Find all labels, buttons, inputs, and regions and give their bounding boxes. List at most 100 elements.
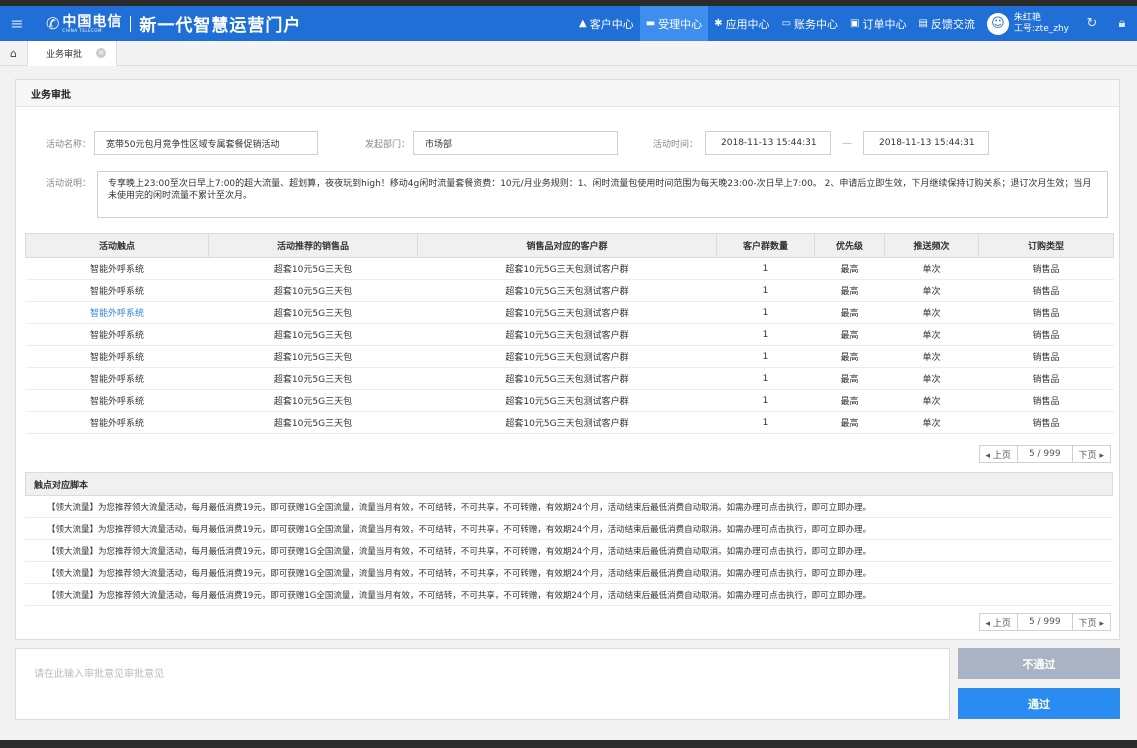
script-line: 【领大流量】为您推荐领大流量活动，每月最低消费19元，即可获赠1G全国流量，流量…	[25, 518, 1113, 540]
user-name: 朱红艳	[1013, 12, 1041, 23]
table-cell-priority: 最高	[814, 411, 885, 434]
table-cell-touch[interactable]: 智能外呼系统	[25, 301, 209, 324]
table-cell-freq: 单次	[884, 345, 979, 368]
table-cell-freq: 单次	[884, 279, 979, 302]
script-line: 【领大流量】为您推荐领大流量活动，每月最低消费19元，即可获赠1G全国流量，流量…	[25, 540, 1113, 562]
menu-icon[interactable]: ≡	[0, 6, 34, 41]
script-line: 【领大流量】为您推荐领大流量活动，每月最低消费19元，即可获赠1G全国流量，流量…	[25, 496, 1113, 518]
content-area: 业务审批 活动名称： 宽带50元包月竞争性区域专属套餐促销活动 发起部门： 市场…	[0, 66, 1137, 740]
table-cell-touch: 智能外呼系统	[25, 411, 209, 434]
table-cell-count: 1	[716, 367, 815, 390]
approval-opinion-input[interactable]: 请在此输入审批意见审批意见	[15, 648, 950, 720]
script-pager: ◂ 上页 5 / 999 下页 ▸	[978, 613, 1111, 631]
approve-button[interactable]: 通过	[958, 688, 1120, 719]
table-cell-freq: 单次	[884, 389, 979, 412]
dept-field[interactable]: 市场部	[413, 131, 619, 155]
table-cell-priority: 最高	[814, 345, 885, 368]
desc-field[interactable]: 专享晚上23:00至次日早上7:00的超大流量、超划算，夜夜玩到high！移动4…	[97, 171, 1108, 218]
column-header: 优先级	[814, 233, 885, 258]
table-cell-freq: 单次	[884, 411, 979, 434]
table-cell-type: 销售品	[978, 301, 1114, 324]
panel-title: 业务审批	[16, 80, 1119, 107]
column-header: 活动触点	[25, 233, 209, 258]
touchpoint-table: 活动触点 活动推荐的销售品 销售品对应的客户群 客户群数量 优先级 推送频次 订…	[25, 233, 1114, 434]
table-cell-product: 超套10元5G三天包	[208, 279, 418, 302]
table-cell-product: 超套10元5G三天包	[208, 389, 418, 412]
table-cell-type: 销售品	[978, 411, 1114, 434]
nav-item-acceptance[interactable]: ▬ 受理中心	[639, 6, 709, 41]
table-cell-priority: 最高	[814, 323, 885, 346]
table-cell-group: 超套10元5G三天包测试客户群	[417, 367, 717, 390]
nav-item-orders[interactable]: ▣ 订单中心	[844, 6, 912, 41]
approval-panel: 业务审批 活动名称： 宽带50元包月竞争性区域专属套餐促销活动 发起部门： 市场…	[15, 79, 1120, 640]
desc-label: 活动说明：	[46, 179, 92, 189]
nav-item-feedback[interactable]: ▤ 反馈交流	[912, 6, 980, 41]
user-id: 工号:zte_zhy	[1013, 23, 1069, 34]
table-cell-product: 超套10元5G三天包	[208, 323, 418, 346]
table-cell-product: 超套10元5G三天包	[208, 301, 418, 324]
logo-cn-text: 中国电信	[62, 13, 123, 30]
table-cell-product: 超套10元5G三天包	[208, 257, 418, 280]
table-cell-type: 销售品	[978, 389, 1114, 412]
nav-item-apps[interactable]: ✱ 应用中心	[708, 6, 775, 41]
table-row[interactable]: 智能外呼系统 超套10元5G三天包 超套10元5G三天包测试客户群 1 最高 单次 销售品	[25, 389, 1114, 412]
script-line: 【领大流量】为您推荐领大流量活动，每月最低消费19元，即可获赠1G全国流量，流量…	[25, 562, 1113, 584]
dept-row: 发起部门： 市场部	[365, 131, 619, 155]
table-cell-touch: 智能外呼系统	[25, 257, 209, 280]
table-row[interactable]: 智能外呼系统 超套10元5G三天包 超套10元5G三天包测试客户群 1 最高 单次 销售品	[25, 367, 1114, 390]
next-page-button[interactable]: 下页 ▸	[1073, 446, 1110, 462]
table-cell-priority: 最高	[814, 279, 885, 302]
table-cell-count: 1	[716, 345, 815, 368]
nav-item-customer[interactable]: ▲ 客户中心	[573, 6, 640, 41]
user-info[interactable]: ☺ 朱红艳 工号:zte_zhy	[986, 12, 1069, 35]
acceptance-icon: ▬	[645, 18, 656, 29]
nav-item-billing[interactable]: ▭ 账务中心	[776, 6, 844, 41]
card-icon: ▭	[781, 18, 792, 29]
top-bar: ≡ ✆ 中国电信 CHINA TELECOM 新一代智慧运营门户 ▲ 客户中心 ▬…	[0, 6, 1137, 41]
time-end-field[interactable]: 2018-11-13 15:44:31	[863, 131, 990, 155]
reject-button[interactable]: 不通过	[958, 648, 1120, 679]
table-cell-priority: 最高	[814, 301, 885, 324]
logo-en-text: CHINA TELECOM	[62, 27, 103, 33]
bottom-edge	[0, 740, 1137, 748]
table-cell-touch: 智能外呼系统	[25, 367, 209, 390]
avatar: ☺	[986, 12, 1009, 35]
table-row[interactable]: 智能外呼系统 超套10元5G三天包 超套10元5G三天包测试客户群 1 最高 单次 销售品	[25, 279, 1114, 302]
table-row[interactable]: 智能外呼系统 超套10元5G三天包 超套10元5G三天包测试客户群 1 最高 单次 销售品	[25, 345, 1114, 368]
table-cell-type: 销售品	[978, 367, 1114, 390]
table-cell-freq: 单次	[884, 323, 979, 346]
prev-page-button[interactable]: ◂ 上页	[980, 614, 1017, 630]
home-icon[interactable]: ⌂	[0, 40, 28, 66]
table-cell-product: 超套10元5G三天包	[208, 345, 418, 368]
table-cell-touch: 智能外呼系统	[25, 279, 209, 302]
telecom-logo-icon: ✆	[46, 14, 60, 33]
column-header: 客户群数量	[716, 233, 815, 258]
table-row[interactable]: 智能外呼系统 超套10元5G三天包 超套10元5G三天包测试客户群 1 最高 单次 销售品	[25, 257, 1114, 280]
table-row[interactable]: 智能外呼系统 超套10元5G三天包 超套10元5G三天包测试客户群 1 最高 单次 销售品	[25, 323, 1114, 346]
portal-title: 新一代智慧运营门户	[139, 16, 302, 36]
next-page-button[interactable]: 下页 ▸	[1073, 614, 1110, 630]
page-indicator: 5 / 999	[1016, 446, 1073, 462]
lock-icon[interactable]: 🔒︎	[1107, 16, 1137, 31]
column-header: 销售品对应的客户群	[417, 233, 717, 258]
table-cell-priority: 最高	[814, 257, 885, 280]
activity-name-field[interactable]: 宽带50元包月竞争性区域专属套餐促销活动	[94, 131, 319, 155]
table-cell-product: 超套10元5G三天包	[208, 367, 418, 390]
script-line: 【领大流量】为您推荐领大流量活动，每月最低消费19元，即可获赠1G全国流量，流量…	[25, 584, 1113, 606]
column-header: 订购类型	[978, 233, 1114, 258]
table-row[interactable]: 智能外呼系统 超套10元5G三天包 超套10元5G三天包测试客户群 1 最高 单次 销售品	[25, 301, 1114, 324]
table-cell-count: 1	[716, 411, 815, 434]
table-cell-group: 超套10元5G三天包测试客户群	[417, 301, 717, 324]
time-start-field[interactable]: 2018-11-13 15:44:31	[705, 131, 832, 155]
table-cell-type: 销售品	[978, 257, 1114, 280]
refresh-icon[interactable]: ↻	[1077, 16, 1107, 31]
table-cell-type: 销售品	[978, 345, 1114, 368]
logo-divider	[130, 15, 132, 32]
prev-page-button[interactable]: ◂ 上页	[980, 446, 1017, 462]
tab-bar: ⌂ 业务审批 ✕	[0, 40, 1137, 66]
tab-business-approval[interactable]: 业务审批 ✕	[28, 40, 118, 66]
page-indicator: 5 / 999	[1016, 614, 1073, 630]
table-row[interactable]: 智能外呼系统 超套10元5G三天包 超套10元5G三天包测试客户群 1 最高 单次 销售品	[25, 411, 1114, 434]
close-icon[interactable]: ✕	[96, 48, 107, 58]
table-cell-priority: 最高	[814, 389, 885, 412]
